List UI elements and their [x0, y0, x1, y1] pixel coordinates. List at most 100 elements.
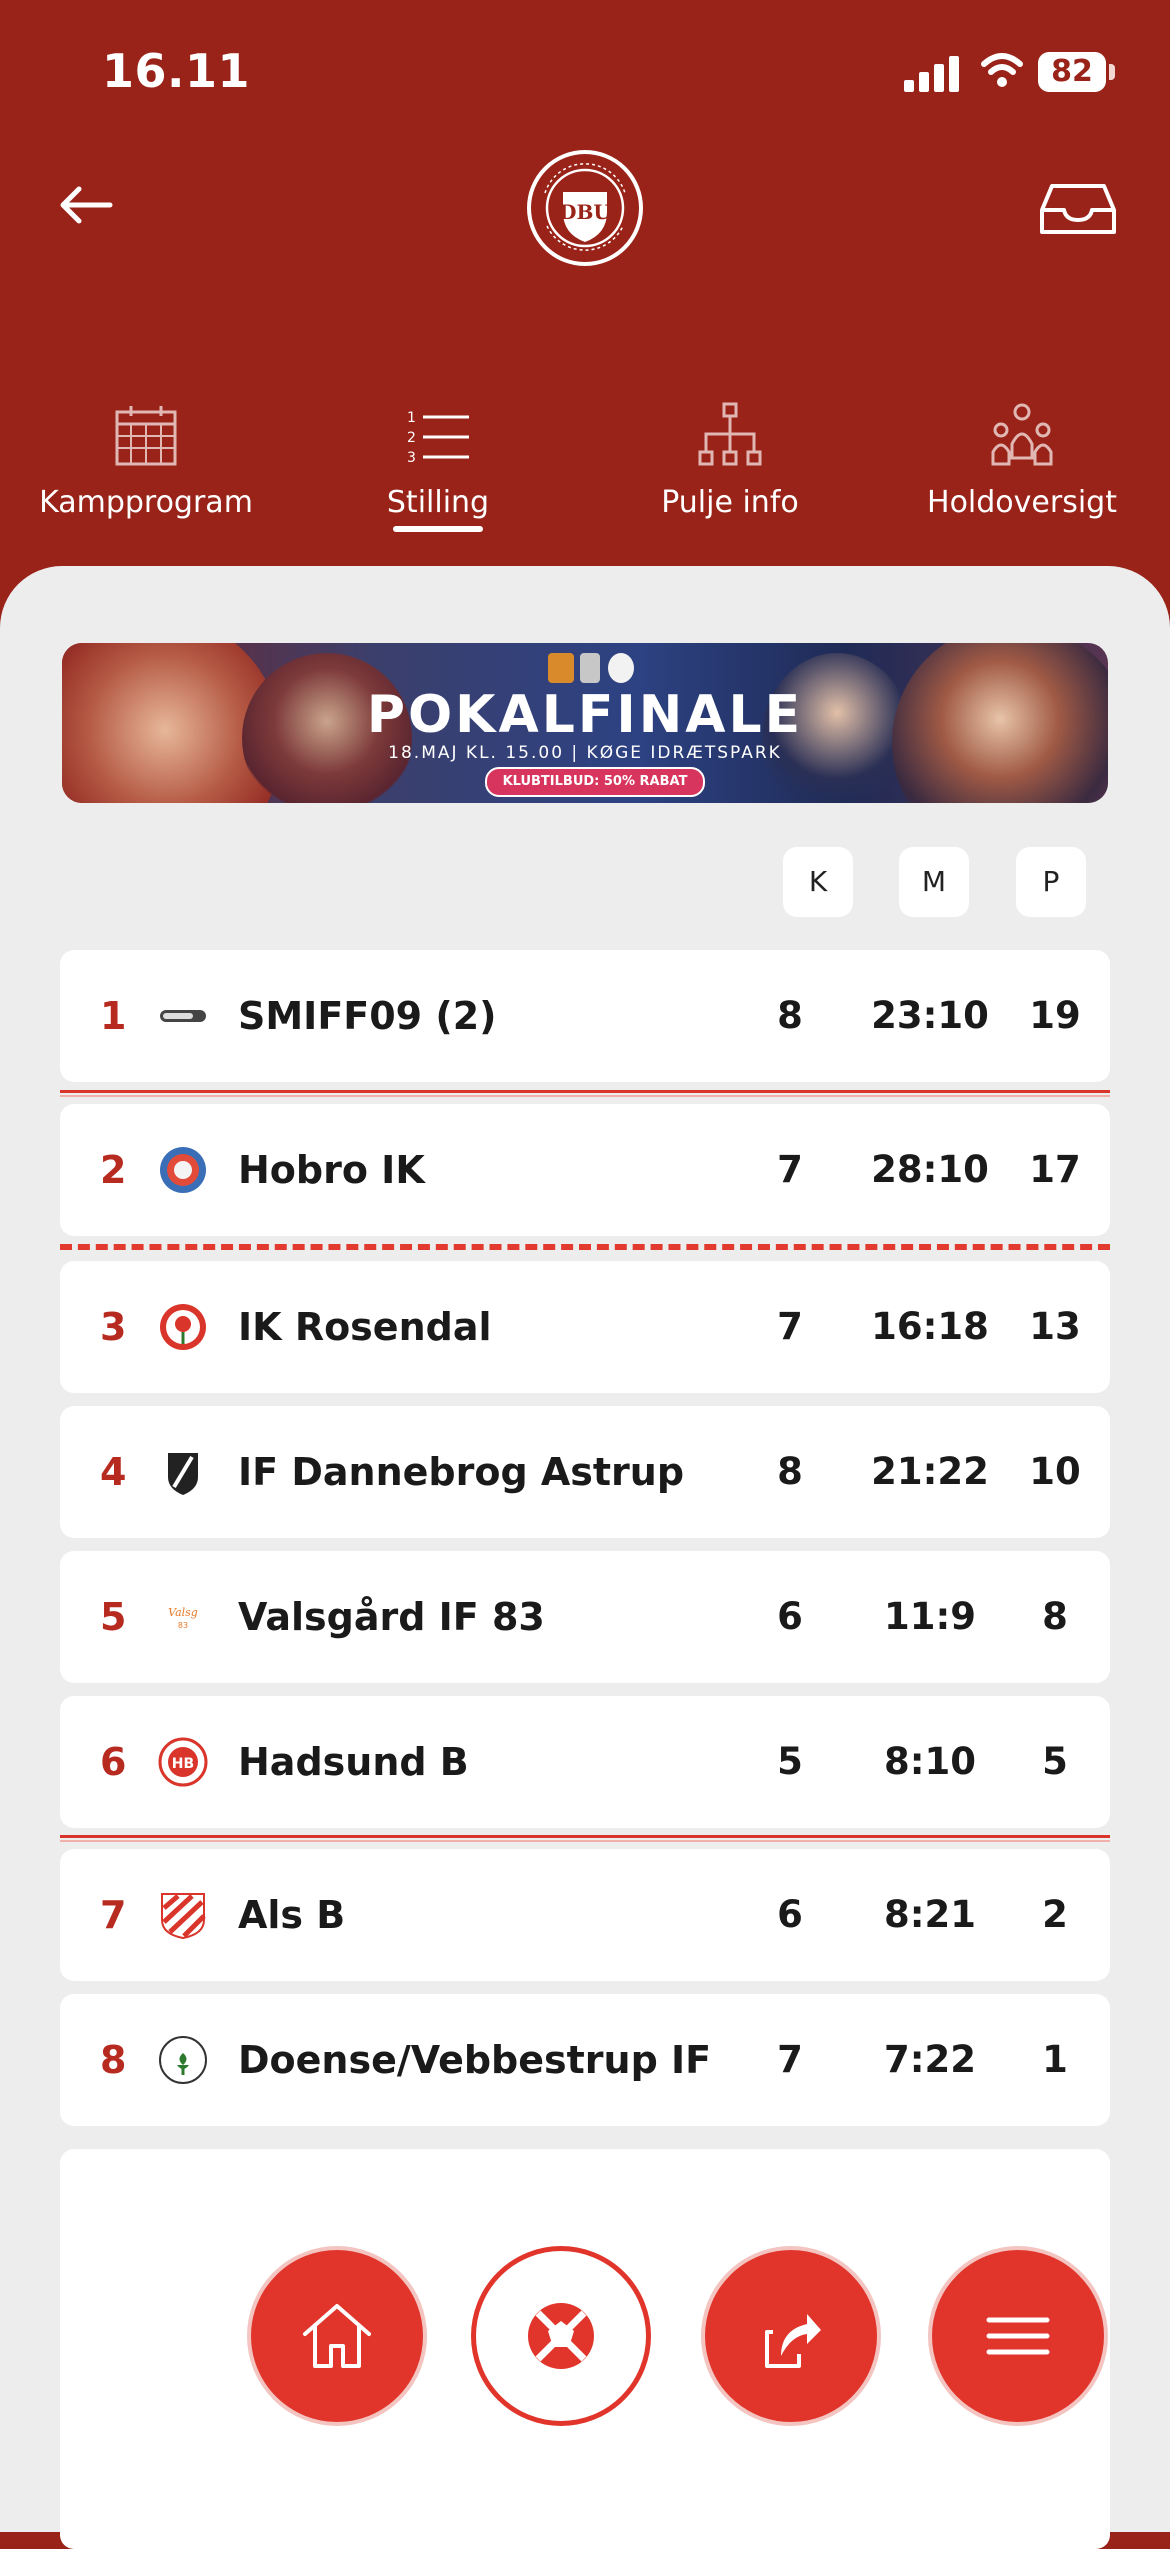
tab-holdoversigt[interactable]: Holdoversigt	[876, 385, 1168, 545]
table-row[interactable]: 6 HB Hadsund B 5 8:10 5	[60, 1696, 1110, 1828]
goals: 21:22	[871, 1450, 989, 1493]
tab-label: Kampprogram	[39, 485, 253, 520]
team-crest-icon	[168, 1453, 198, 1495]
goals: 28:10	[871, 1148, 989, 1191]
back-arrow-icon[interactable]	[55, 175, 115, 235]
points: 8	[1042, 1595, 1068, 1638]
inbox-icon[interactable]	[1038, 180, 1118, 240]
points: 19	[1029, 994, 1081, 1037]
banner-offer: KLUBTILBUD: 50% RABAT	[485, 767, 705, 797]
matches-played: 8	[777, 994, 803, 1037]
position: 2	[100, 1148, 127, 1192]
matches-played: 6	[777, 1893, 803, 1936]
trophy-icon	[580, 653, 600, 683]
goals: 11:9	[883, 1595, 977, 1638]
column-header-m: M	[899, 847, 969, 917]
goals: 23:10	[871, 994, 989, 1037]
matches-played: 5	[777, 1740, 803, 1783]
section-tabs: Kampprogram 1 2 3 Stilling Pulje info Ho…	[0, 385, 1170, 545]
tab-label: Stilling	[386, 485, 490, 520]
tab-kampprogram[interactable]: Kampprogram	[0, 385, 292, 545]
banner-subtitle: 18.MAJ KL. 15.00 | KØGE IDRÆTSPARK	[388, 743, 782, 763]
column-header-p: P	[1016, 847, 1086, 917]
battery-tip	[1109, 64, 1115, 80]
team-name: IK Rosendal	[238, 1305, 492, 1349]
share-button[interactable]	[701, 2246, 881, 2426]
svg-text:DBU: DBU	[559, 200, 611, 224]
points: 1	[1042, 2038, 1068, 2081]
team-crest-icon	[160, 1010, 206, 1022]
matches-played: 6	[777, 1595, 803, 1638]
matches-played: 8	[777, 1450, 803, 1493]
table-row[interactable]: 3 IK Rosendal 7 16:18 13	[60, 1261, 1110, 1393]
signal-icon	[904, 52, 964, 92]
promotion-line	[60, 1090, 1110, 1097]
teams-icon	[991, 403, 1053, 466]
svg-text:83: 83	[178, 1621, 188, 1630]
club-crest-icon	[548, 653, 574, 683]
team-name: Valsgård IF 83	[238, 1595, 545, 1639]
table-row[interactable]: 4 IF Dannebrog Astrup 8 21:22 10	[60, 1406, 1110, 1538]
points: 17	[1029, 1148, 1081, 1191]
menu-button[interactable]	[928, 2246, 1108, 2426]
dbu-logo[interactable]: DBU	[525, 148, 645, 268]
position: 5	[100, 1595, 127, 1639]
ranked-list-icon: 1 2 3	[407, 410, 469, 466]
position: 3	[100, 1305, 127, 1349]
status-time: 16.11	[102, 44, 251, 98]
position: 7	[100, 1893, 127, 1937]
table-row[interactable]: 8 Doense/Vebbestrup IF 7 7:22 1	[60, 1994, 1110, 2126]
goals: 16:18	[871, 1305, 989, 1348]
tab-label: Pulje info	[661, 485, 799, 520]
whistle-ball-icon	[528, 2303, 594, 2369]
relegation-line	[60, 1835, 1110, 1842]
goals: 8:21	[883, 1893, 977, 1936]
tab-label: Holdoversigt	[927, 485, 1117, 520]
team-crest-icon	[160, 1304, 206, 1350]
home-button[interactable]	[247, 2246, 427, 2426]
home-icon	[303, 2304, 371, 2368]
team-crest-icon: Valsg 83	[168, 1606, 198, 1630]
points: 10	[1029, 1450, 1081, 1493]
team-name: SMIFF09 (2)	[238, 994, 497, 1038]
calendar-icon	[115, 406, 177, 466]
status-bar: 16.11 82	[0, 0, 1170, 140]
position: 4	[100, 1450, 127, 1494]
battery-icon: 82	[1038, 52, 1106, 92]
points: 13	[1029, 1305, 1081, 1348]
table-row[interactable]: 5 Valsg 83 Valsgård IF 83 6 11:9 8	[60, 1551, 1110, 1683]
tab-stilling[interactable]: 1 2 3 Stilling	[292, 385, 584, 545]
team-name: Als B	[238, 1893, 346, 1937]
points: 5	[1042, 1740, 1068, 1783]
ball-button[interactable]	[471, 2246, 651, 2426]
position: 8	[100, 2038, 127, 2082]
table-row[interactable]: 7 Als B 6 8:21 2	[60, 1849, 1110, 1981]
svg-text:2: 2	[407, 430, 416, 446]
column-header-k: K	[783, 847, 853, 917]
goals: 7:22	[883, 2038, 977, 2081]
matches-played: 7	[777, 2038, 803, 2081]
goals: 8:10	[883, 1740, 977, 1783]
table-row[interactable]: 1 SMIFF09 (2) 8 23:10 19	[60, 950, 1110, 1082]
tab-pulje-info[interactable]: Pulje info	[584, 385, 876, 545]
table-row[interactable]: 2 Hobro IK 7 28:10 17	[60, 1104, 1110, 1236]
svg-text:1: 1	[407, 410, 416, 426]
matches-played: 7	[777, 1305, 803, 1348]
active-tab-indicator	[393, 526, 483, 532]
svg-text:3: 3	[407, 450, 416, 466]
team-name: Doense/Vebbestrup IF	[238, 2038, 712, 2082]
team-name: Hobro IK	[238, 1148, 425, 1192]
team-crest-icon: HB	[158, 1737, 208, 1787]
svg-text:Valsg: Valsg	[168, 1606, 198, 1619]
position: 1	[100, 994, 127, 1038]
team-crest-icon	[159, 2036, 207, 2084]
svg-text:HB: HB	[172, 1756, 194, 1772]
hierarchy-icon	[698, 402, 762, 466]
club-crest-icon	[608, 653, 634, 683]
points: 2	[1042, 1893, 1068, 1936]
promo-banner[interactable]: POKALFINALE 18.MAJ KL. 15.00 | KØGE IDRÆ…	[62, 643, 1108, 803]
banner-title: POKALFINALE	[366, 685, 804, 745]
hamburger-icon	[986, 2317, 1050, 2355]
team-crest-icon	[160, 1147, 206, 1193]
share-icon	[765, 2314, 821, 2368]
